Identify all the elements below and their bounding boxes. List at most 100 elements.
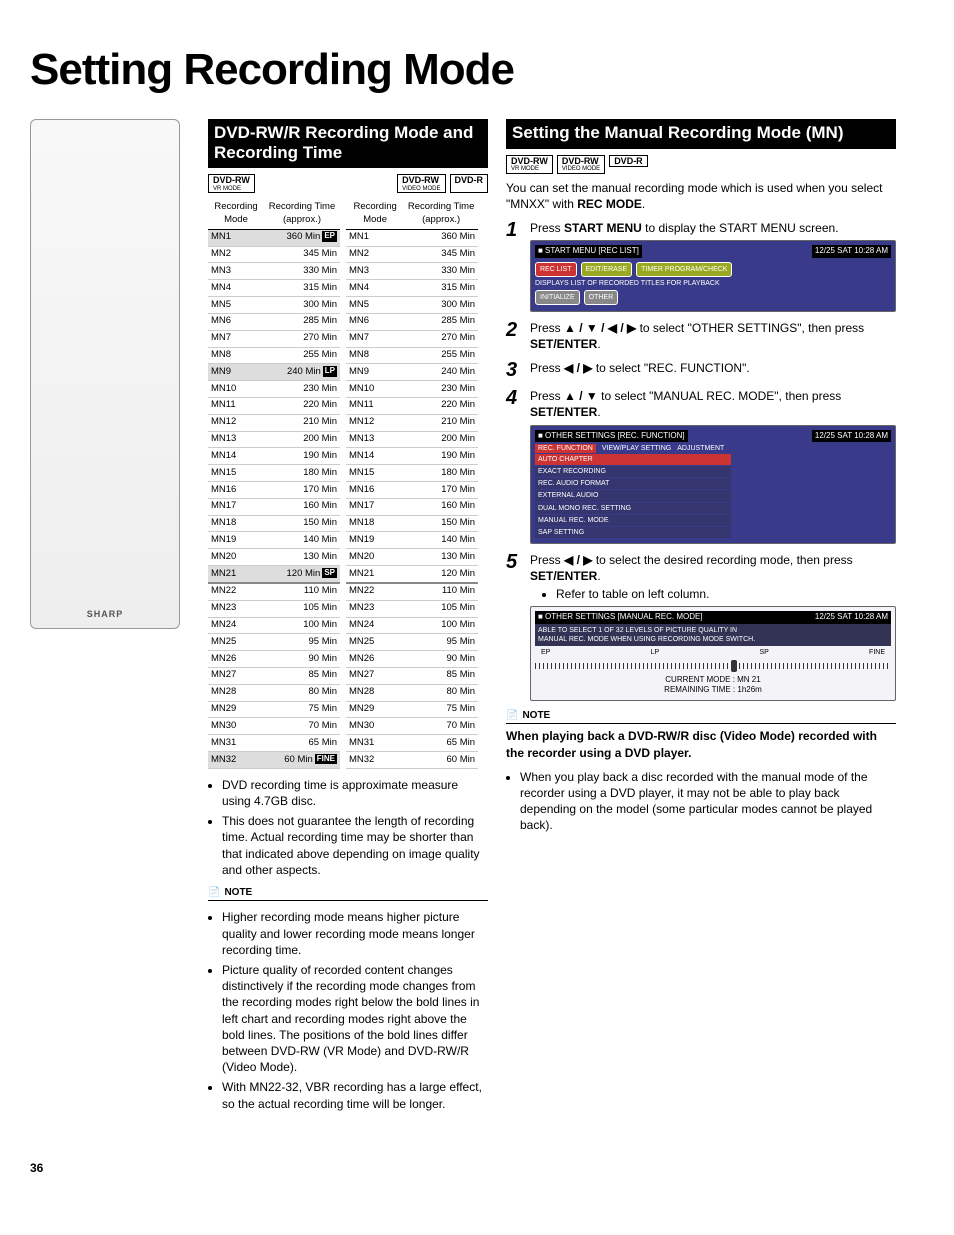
step-body: Press ▲ / ▼ to select "MANUAL REC. MODE"… [530,388,896,544]
th-time: Recording Time (approx.) [404,199,478,229]
table-row: MN3330 Min [208,263,340,280]
cell-mode: MN12 [208,414,264,431]
cell-mode: MN19 [346,532,404,549]
cell-time: 120 MinSP [264,566,340,583]
cell-time: 85 Min [264,667,340,684]
cell-time: 240 Min [404,364,478,381]
th-mode: Recording Mode [208,199,264,229]
cell-mode: MN7 [208,330,264,347]
table-row: MN3165 Min [208,735,340,752]
note-bullet: When you play back a disc recorded with … [520,769,896,834]
cell-time: 360 Min [404,229,478,246]
cell-time: 90 Min [264,651,340,668]
cell-time: 170 Min [264,482,340,499]
cell-time: 230 Min [264,381,340,398]
disc-badge: DVD-RWVIDEO MODE [557,155,605,174]
table-row: MN1360 MinEP [208,229,340,246]
cell-mode: MN2 [346,246,404,263]
table-row: MN21120 Min [346,566,478,583]
table-row: MN2345 Min [208,246,340,263]
table-row: MN19140 Min [346,532,478,549]
cell-mode: MN17 [208,498,264,515]
table-row: MN11220 Min [346,397,478,414]
cell-mode: MN12 [346,414,404,431]
step: 4 Press ▲ / ▼ to select "MANUAL REC. MODE… [506,388,896,544]
step-body: Press ▲ / ▼ / ◀ / ▶ to select "OTHER SET… [530,320,896,352]
bullet-item: DVD recording time is approximate measur… [222,777,488,809]
table-row: MN22110 Min [346,583,478,600]
step-number: 4 [506,388,524,408]
cell-mode: MN30 [346,718,404,735]
cell-time: 190 Min [264,448,340,465]
cell-time: 120 Min [404,566,478,583]
table-row: MN4315 Min [346,280,478,297]
table-row: MN11220 Min [208,397,340,414]
cell-mode: MN3 [208,263,264,280]
table-row: MN2975 Min [346,701,478,718]
cell-mode: MN5 [346,297,404,314]
table-row: MN2595 Min [208,634,340,651]
cell-mode: MN13 [208,431,264,448]
cell-time: 95 Min [264,634,340,651]
table-row: MN10230 Min [346,381,478,398]
table-row: MN22110 Min [208,583,340,600]
cell-time: 300 Min [404,297,478,314]
cell-mode: MN15 [346,465,404,482]
table-row: MN14190 Min [208,448,340,465]
table-row: MN23105 Min [208,600,340,617]
section-heading-manual: Setting the Manual Recording Mode (MN) [506,119,896,149]
step-body: Press ◀ / ▶ to select "REC. FUNCTION". [530,360,896,376]
cell-mode: MN24 [346,617,404,634]
table-row: MN24100 Min [346,617,478,634]
cell-time: 315 Min [404,280,478,297]
cell-mode: MN26 [208,651,264,668]
cell-mode: MN31 [208,735,264,752]
cell-time: 65 Min [264,735,340,752]
table-row: MN16170 Min [346,482,478,499]
cell-mode: MN3 [346,263,404,280]
step-number: 2 [506,320,524,340]
cell-time: 200 Min [404,431,478,448]
cell-time: 315 Min [264,280,340,297]
cell-mode: MN20 [346,549,404,566]
cell-mode: MN27 [346,667,404,684]
cell-mode: MN18 [208,515,264,532]
cell-mode: MN29 [208,701,264,718]
cell-mode: MN7 [346,330,404,347]
cell-mode: MN18 [346,515,404,532]
step-number: 3 [506,360,524,380]
cell-time: 140 Min [264,532,340,549]
cell-mode: MN5 [208,297,264,314]
cell-mode: MN6 [346,313,404,330]
note-subheading: When playing back a DVD-RW/R disc (Video… [506,728,896,760]
cell-time: 130 Min [404,549,478,566]
cell-time: 160 Min [264,498,340,515]
mid-note-bullets: Higher recording mode means higher pictu… [208,909,488,1111]
step: 3 Press ◀ / ▶ to select "REC. FUNCTION". [506,360,896,380]
table-row: MN2880 Min [208,684,340,701]
cell-time: 180 Min [404,465,478,482]
cell-time: 190 Min [404,448,478,465]
cell-time: 300 Min [264,297,340,314]
cell-time: 110 Min [264,583,340,600]
table-row: MN5300 Min [346,297,478,314]
cell-mode: MN10 [208,381,264,398]
cell-time: 210 Min [264,414,340,431]
table-row: MN20130 Min [346,549,478,566]
table-row: MN3070 Min [208,718,340,735]
cell-time: 100 Min [404,617,478,634]
step-body: Press START MENU to display the START ME… [530,220,896,312]
cell-time: 240 MinLP [264,364,340,381]
cell-mode: MN24 [208,617,264,634]
cell-time: 170 Min [404,482,478,499]
right-column: Setting the Manual Recording Mode (MN) D… [506,119,896,841]
disc-badge: DVD-R [609,155,648,167]
cell-mode: MN23 [208,600,264,617]
cell-mode: MN28 [208,684,264,701]
cell-mode: MN21 [346,566,404,583]
cell-mode: MN32 [346,752,404,769]
cell-mode: MN1 [346,229,404,246]
table-row: MN21120 MinSP [208,566,340,583]
cell-time: 255 Min [404,347,478,364]
cell-time: 105 Min [404,600,478,617]
